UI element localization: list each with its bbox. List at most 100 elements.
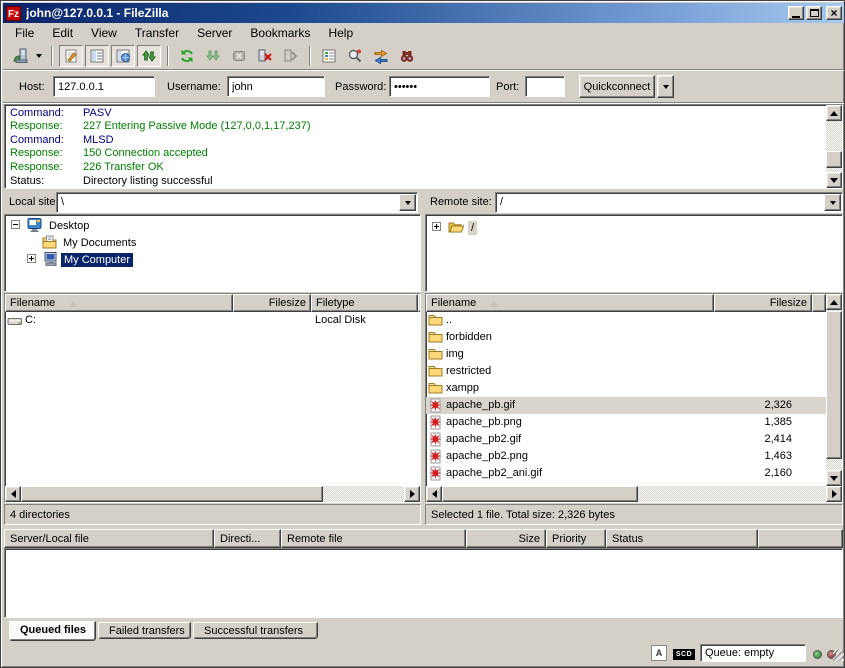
remote-file-row[interactable]: apache_pb2_ani.gif 2,160 bbox=[426, 465, 826, 482]
queue-column-direction[interactable]: Directi... bbox=[214, 529, 281, 548]
menu-server[interactable]: Server bbox=[188, 24, 241, 43]
remote-file-row-selected[interactable]: apache_pb.gif 2,326 bbox=[426, 397, 826, 414]
column-header-filesize[interactable]: Filesize bbox=[233, 294, 311, 312]
queue-column-size[interactable]: Size bbox=[466, 529, 546, 548]
close-button[interactable]: × bbox=[826, 6, 842, 20]
local-file-row[interactable]: C: Local Disk bbox=[5, 312, 420, 329]
folder-icon bbox=[428, 330, 443, 346]
refresh-button[interactable] bbox=[175, 45, 199, 67]
scroll-right-button[interactable] bbox=[404, 486, 420, 502]
scroll-up-button[interactable] bbox=[826, 105, 842, 121]
remote-file-row[interactable]: forbidden bbox=[426, 329, 826, 346]
remote-file-row[interactable]: apache_pb.png 1,385 bbox=[426, 414, 826, 431]
scroll-up-button[interactable] bbox=[826, 294, 842, 310]
tree-label[interactable]: Desktop bbox=[46, 219, 92, 233]
tree-label[interactable]: My Documents bbox=[60, 236, 139, 250]
transfer-type-icon[interactable]: A bbox=[651, 645, 667, 661]
remote-file-row[interactable]: restricted bbox=[426, 363, 826, 380]
toggle-remote-treeview-button[interactable] bbox=[111, 45, 135, 67]
menu-help[interactable]: Help bbox=[319, 24, 362, 43]
menu-edit[interactable]: Edit bbox=[43, 24, 82, 43]
column-header-filename[interactable]: Filename bbox=[426, 294, 714, 312]
directory-listing-filters-button[interactable] bbox=[317, 45, 341, 67]
toggle-message-log-button[interactable] bbox=[59, 45, 83, 67]
remote-file-row[interactable]: .. bbox=[426, 312, 826, 329]
toggle-local-treeview-button[interactable] bbox=[85, 45, 109, 67]
port-input[interactable] bbox=[525, 76, 565, 97]
file-name: xampp bbox=[446, 382, 479, 394]
site-manager-dropdown[interactable] bbox=[32, 45, 45, 67]
host-input[interactable] bbox=[53, 76, 155, 97]
find-files-button[interactable] bbox=[395, 45, 419, 67]
scroll-left-button[interactable] bbox=[426, 486, 442, 502]
scrollbar-thumb[interactable] bbox=[826, 151, 842, 168]
minimize-button[interactable] bbox=[788, 6, 804, 20]
tree-item-desktop[interactable]: Desktop bbox=[5, 217, 420, 234]
queue-column-status[interactable]: Status bbox=[606, 529, 758, 548]
column-header-last-modified[interactable]: L bbox=[418, 294, 421, 312]
file-name: apache_pb2.gif bbox=[446, 433, 521, 445]
tab-queued-files[interactable]: Queued files bbox=[9, 621, 96, 641]
quickconnect-button[interactable]: Quickconnect bbox=[579, 75, 655, 98]
site-manager-button[interactable] bbox=[9, 45, 33, 67]
tree-label[interactable]: / bbox=[468, 221, 477, 235]
remote-site-label: Remote site: bbox=[430, 196, 492, 208]
column-header-filesize[interactable]: Filesize bbox=[714, 294, 812, 312]
tab-failed-transfers[interactable]: Failed transfers bbox=[98, 622, 191, 639]
tab-successful-transfers[interactable]: Successful transfers bbox=[193, 622, 318, 639]
collapse-icon[interactable] bbox=[11, 220, 20, 232]
chevron-down-icon bbox=[36, 54, 42, 58]
tree-item-root[interactable]: / bbox=[426, 219, 842, 236]
password-input[interactable] bbox=[389, 76, 490, 97]
close-icon: × bbox=[830, 8, 837, 18]
transfer-queue-list[interactable] bbox=[4, 548, 843, 618]
maximize-button[interactable] bbox=[806, 6, 822, 20]
expand-icon[interactable] bbox=[27, 254, 36, 266]
queue-column-priority[interactable]: Priority bbox=[546, 529, 606, 548]
combo-dropdown-button[interactable] bbox=[399, 194, 416, 211]
scroll-down-button[interactable] bbox=[826, 172, 842, 188]
menu-transfer[interactable]: Transfer bbox=[126, 24, 188, 43]
remote-file-row[interactable]: apache_pb2.gif 2,414 bbox=[426, 431, 826, 448]
queue-column-remote-file[interactable]: Remote file bbox=[281, 529, 466, 548]
menu-bookmarks[interactable]: Bookmarks bbox=[241, 24, 319, 43]
expand-icon[interactable] bbox=[432, 222, 441, 234]
remote-file-row[interactable]: xampp bbox=[426, 380, 826, 397]
scroll-right-button[interactable] bbox=[826, 486, 842, 502]
username-input[interactable] bbox=[227, 76, 325, 97]
tree-item-my-documents[interactable]: My Documents bbox=[5, 234, 420, 251]
log-scrollbar[interactable] bbox=[826, 105, 842, 188]
scroll-down-button[interactable] bbox=[826, 470, 842, 486]
local-site-combo[interactable]: \ bbox=[56, 192, 418, 213]
local-horizontal-scrollbar[interactable] bbox=[5, 486, 420, 502]
quickconnect-dropdown[interactable] bbox=[657, 75, 674, 98]
file-name: img bbox=[446, 348, 464, 360]
scroll-left-button[interactable] bbox=[5, 486, 21, 502]
cancel-operation-button[interactable] bbox=[227, 45, 251, 67]
disconnect-button[interactable] bbox=[253, 45, 277, 67]
synchronized-browsing-button[interactable] bbox=[369, 45, 393, 67]
combo-dropdown-button[interactable] bbox=[824, 194, 841, 211]
column-header-filename[interactable]: Filename bbox=[5, 294, 233, 312]
tree-label-selected[interactable]: My Computer bbox=[61, 253, 133, 267]
remote-file-row[interactable]: img bbox=[426, 346, 826, 363]
process-queue-button[interactable] bbox=[201, 45, 225, 67]
scrollbar-thumb[interactable] bbox=[826, 311, 842, 459]
remote-file-row[interactable]: apache_pb2.png 1,463 bbox=[426, 448, 826, 465]
resize-grip[interactable] bbox=[833, 650, 845, 662]
directory-comparison-button[interactable] bbox=[343, 45, 367, 67]
scrollbar-thumb[interactable] bbox=[21, 486, 323, 502]
tree-item-my-computer[interactable]: My Computer bbox=[5, 251, 420, 268]
menu-view[interactable]: View bbox=[82, 24, 126, 43]
menu-file[interactable]: File bbox=[6, 24, 43, 43]
reconnect-button[interactable] bbox=[279, 45, 303, 67]
title-bar[interactable]: Fz john@127.0.0.1 - FileZilla × bbox=[3, 3, 844, 23]
queue-column-server-local-file[interactable]: Server/Local file bbox=[4, 529, 214, 548]
toggle-transfer-queue-button[interactable] bbox=[137, 45, 161, 67]
remote-site-combo[interactable]: / bbox=[495, 192, 843, 213]
scrollbar-thumb[interactable] bbox=[442, 486, 638, 502]
speed-limit-badge[interactable]: SCD bbox=[673, 649, 695, 660]
column-header-filetype[interactable]: Filetype bbox=[311, 294, 418, 312]
remote-horizontal-scrollbar[interactable] bbox=[426, 486, 842, 502]
remote-vertical-scrollbar[interactable] bbox=[826, 294, 842, 486]
